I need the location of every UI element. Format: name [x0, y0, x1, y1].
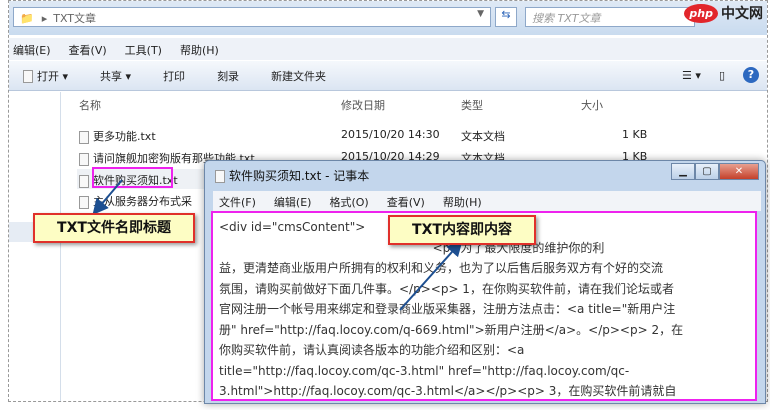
content-arrow [399, 240, 463, 311]
callout-content: TXT内容即内容 [388, 215, 536, 245]
filename-arrow [92, 179, 123, 216]
annotation-arrows [92, 179, 463, 311]
callout-filename: TXT文件名即标题 [33, 213, 195, 243]
